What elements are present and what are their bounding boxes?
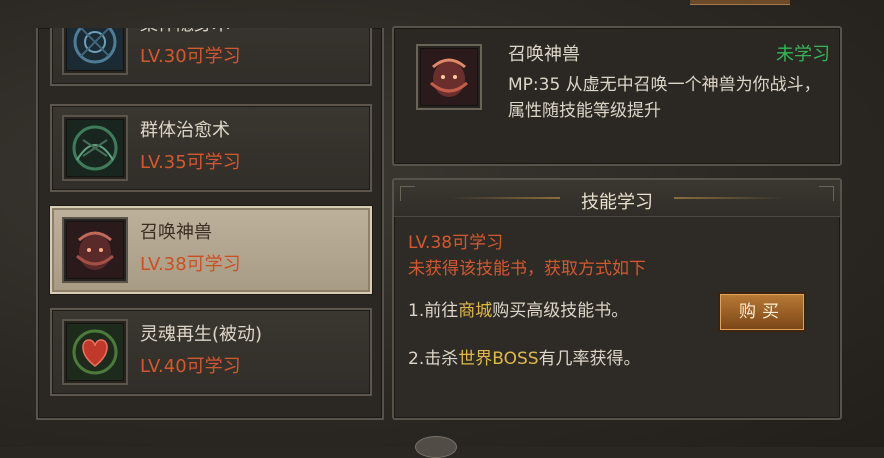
soul-regen-skill-icon [62,319,128,385]
skill-row-group-heal[interactable]: 群体治愈术 LV.35可学习 [50,104,372,192]
skill-learn-panel: 技能学习 LV.38可学习 未获得该技能书，获取方式如下 1.前往商城购买高级技… [392,178,842,420]
summon-beast-skill-icon [416,44,482,110]
skill-level: LV.35可学习 [140,152,241,173]
buy-button[interactable]: 购买 [718,292,806,332]
world-boss-link[interactable]: 世界BOSS [458,349,538,369]
skill-name: 集体隐身术 [140,28,230,36]
step-text: 2.击杀 [408,349,459,369]
detail-skill-name: 召唤神兽 [508,44,580,65]
bottom-ornament [415,436,457,458]
acquire-step-shop: 1.前往商城购买高级技能书。 [408,296,628,321]
skill-name: 群体治愈术 [140,120,230,141]
learn-panel-title: 技能学习 [581,192,653,213]
skill-detail-panel: 召唤神兽 未学习 MP:35 从虚无中召唤一个神兽为你战斗，属性随技能等级提升 [392,26,842,166]
skill-level: LV.40可学习 [140,356,241,377]
top-ornament [690,0,790,5]
skill-row-stealth[interactable]: 集体隐身术 LV.30可学习 [50,28,372,86]
learn-status-badge: 未学习 [776,44,830,65]
learn-level-requirement: LV.38可学习 [408,233,504,253]
skill-level: LV.38可学习 [140,254,241,275]
skill-name: 灵魂再生(被动) [140,324,263,345]
skill-level: LV.30可学习 [140,46,241,67]
skill-description: MP:35 从虚无中召唤一个神兽为你战斗，属性随技能等级提升 [508,75,821,121]
summon-beast-skill-icon [62,217,128,283]
learn-panel-header: 技能学习 [394,180,840,217]
group-heal-skill-icon [62,115,128,181]
skill-list[interactable]: 集体隐身术 LV.30可学习 群体治愈术 LV.35可学习 召唤神兽 LV [36,28,384,420]
skillbook-missing-note: 未获得该技能书，获取方式如下 [408,259,646,279]
step-text: 购买高级技能书。 [492,301,629,321]
skill-row-summon-beast[interactable]: 召唤神兽 LV.38可学习 [50,206,372,294]
skill-row-soul-regen[interactable]: 灵魂再生(被动) LV.40可学习 [50,308,372,396]
step-text: 有几率获得。 [538,349,641,369]
stealth-skill-icon [62,28,128,75]
skill-name: 召唤神兽 [140,222,212,243]
shop-link[interactable]: 商城 [458,301,492,321]
step-text: 1.前往 [408,301,459,321]
acquire-step-boss: 2.击杀世界BOSS有几率获得。 [408,344,641,369]
